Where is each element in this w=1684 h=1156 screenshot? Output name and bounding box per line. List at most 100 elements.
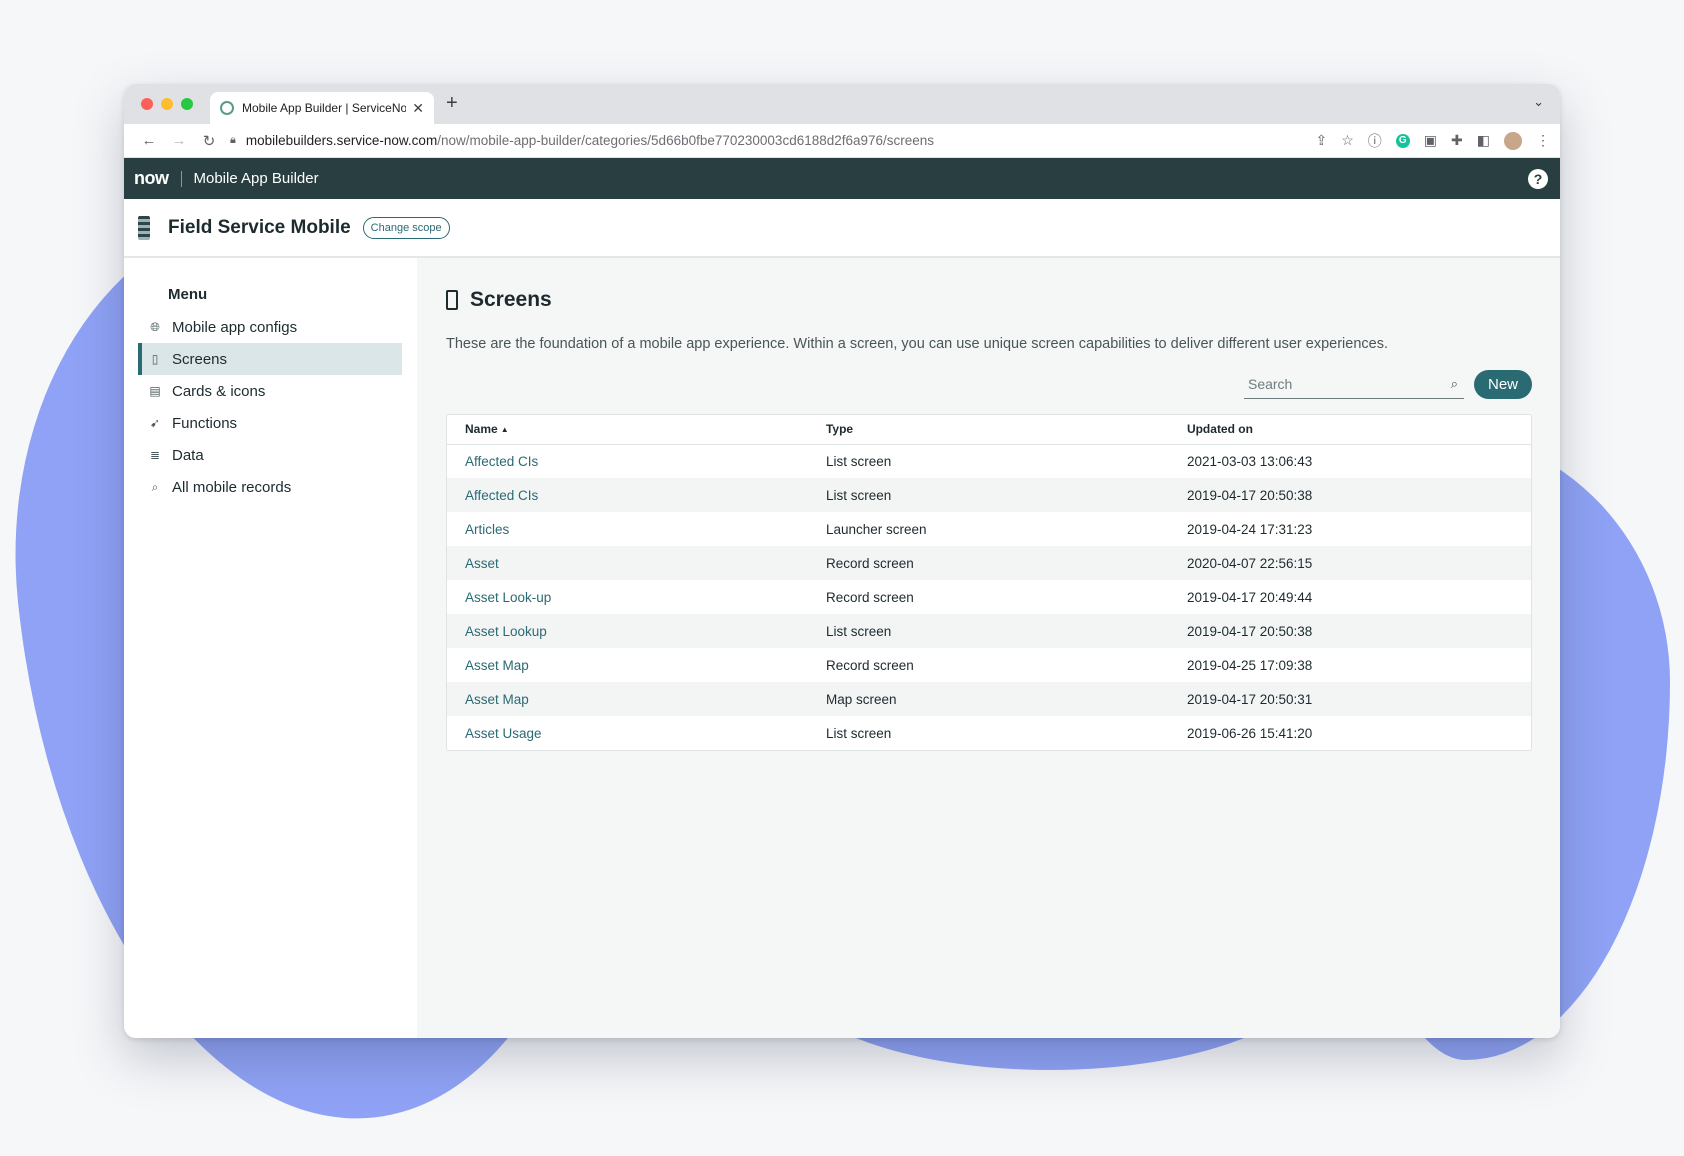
tab-search-chevron-icon[interactable]: ⌄ [1533,94,1544,110]
url-path: /now/mobile-app-builder/categories/5d66b… [437,133,935,148]
address-bar[interactable]: 🔒︎ mobilebuilders.service-now.com/now/mo… [230,128,1316,154]
screen-name-link[interactable]: Asset Map [447,682,808,716]
bookmark-star-icon[interactable]: ☆ [1341,132,1354,149]
reload-icon[interactable]: ↻ [194,132,224,150]
servicenow-logo[interactable]: now [134,168,169,189]
help-icon[interactable]: ? [1528,168,1548,189]
notion-extension-icon[interactable]: ▣ [1424,132,1437,149]
side-panel-icon[interactable]: ◧ [1477,132,1490,149]
database-icon: ≣ [149,448,161,462]
column-header-type[interactable]: Type [807,415,1169,445]
column-header-updated-on[interactable]: Updated on [1168,415,1531,445]
browser-toolbar: ← → ↻ 🔒︎ mobilebuilders.service-now.com /… [124,124,1560,158]
screen-updated-on: 2021-03-03 13:06:43 [1186,453,1313,469]
table-row[interactable]: Asset Map Record screen 2019-04-25 17:09:3… [447,648,1531,682]
screen-updated-on: 2019-04-17 20:50:38 [1168,478,1531,512]
extensions-puzzle-icon[interactable]: ✚ [1451,132,1463,149]
screen-name-link[interactable]: Asset [447,546,808,580]
maximize-window-button[interactable] [181,98,193,110]
sidebar-item-label: Data [172,446,204,464]
screen-type: Record screen [825,589,914,605]
sort-ascending-icon: ▲ [500,425,509,435]
screen-updated-on: 2019-04-17 20:50:38 [1168,614,1531,648]
browser-window: Mobile App Builder | ServiceNow ✕ + ⌄ ← … [124,84,1560,1038]
app-title: Mobile App Builder [193,170,319,187]
sidebar-item-label: Screens [172,350,228,368]
sidebar-item-label: Cards & icons [172,382,266,400]
screen-type: Record screen [807,546,1169,580]
new-tab-icon[interactable]: + [446,92,458,115]
page-title: Screens [470,288,552,311]
table-row[interactable]: Asset Lookup List screen 2019-04-17 20:50:… [447,614,1531,648]
share-icon[interactable]: ⇪ [1316,132,1328,149]
scope-title: Field Service Mobile [168,216,351,238]
phone-icon [446,290,458,310]
screen-name-link[interactable]: Asset Usage [447,716,808,750]
close-tab-icon[interactable]: ✕ [412,100,424,117]
search-icon[interactable]: ⌕ [1451,376,1464,392]
search-field: ⌕ [1243,371,1464,399]
screen-type: Map screen [807,682,1169,716]
column-header-label: Name [465,422,498,437]
screen-name-link[interactable]: Asset Look-up [447,580,808,614]
screen-type: List screen [807,614,1169,648]
screen-name-link[interactable]: Asset Lookup [447,614,808,648]
browser-tab[interactable]: Mobile App Builder | ServiceNow ✕ [210,92,434,124]
lock-icon: 🔒︎ [230,134,236,146]
minimize-window-button[interactable] [161,98,173,110]
app-scope-icon [138,215,150,240]
sidebar-item-mobile-app-configs[interactable]: 🌐︎ Mobile app configs [138,311,402,343]
browser-menu-icon[interactable]: ⋮ [1536,132,1550,149]
window-controls [141,98,193,110]
screen-type: List screen [825,725,892,741]
main-content: Screens These are the foundation of a mo… [417,258,1560,1038]
header-divider [180,170,182,187]
screen-type: Launcher screen [825,521,927,537]
screen-updated-on: 2019-04-17 20:49:44 [1186,589,1313,605]
table-row[interactable]: Asset Look-up Record screen 2019-04-17 20:… [447,580,1531,614]
screen-name-link[interactable]: Affected CIs [447,478,808,512]
screen-name-link[interactable]: Articles [447,512,808,546]
sidebar-item-label: Mobile app configs [172,318,298,336]
table-row[interactable]: Affected CIs List screen 2021-03-03 13:06:… [447,444,1531,478]
table-row[interactable]: Articles Launcher screen 2019-04-24 17:31:… [447,512,1531,546]
search-input[interactable] [1243,376,1451,392]
menu-heading: Menu [168,286,208,303]
search-icon: ⌕ [151,479,159,494]
password-manager-icon[interactable]: ⓘ [1368,131,1382,151]
sidebar-item-functions[interactable]: ➹ Functions [138,407,402,439]
screen-name-link[interactable]: Asset Map [447,648,808,682]
back-arrow-icon[interactable]: ← [134,132,164,149]
profile-avatar[interactable] [1504,131,1522,150]
table-row[interactable]: Affected CIs List screen 2019-04-17 20:50:… [447,478,1531,512]
screens-table: Name ▲ Type Updated on Affected CIs List s… [446,414,1532,751]
forward-arrow-icon[interactable]: → [164,132,194,149]
screen-updated-on: 2019-04-17 20:50:31 [1168,682,1531,716]
table-row[interactable]: Asset Map Map screen 2019-04-17 20:50:31 [447,682,1531,716]
table-row[interactable]: Asset Usage List screen 2019-06-26 15:41:2… [447,716,1531,750]
screen-name-link[interactable]: Affected CIs [447,444,808,478]
screen-type: List screen [807,478,1169,512]
table-row[interactable]: Asset Record screen 2020-04-07 22:56:15 [447,546,1531,580]
sidebar-menu: Menu 🌐︎ Mobile app configs ▯ Screens ▤ C… [124,258,417,1038]
sidebar-item-cards-icons[interactable]: ▤ Cards & icons [138,375,402,407]
url-host: mobilebuilders.service-now.com [245,133,438,148]
sidebar-item-all-mobile-records[interactable]: ⌕ All mobile records [138,471,402,503]
app-header: now Mobile App Builder ? [124,158,1560,199]
screen-type: Record screen [825,657,914,673]
screen-updated-on: 2019-06-26 15:41:20 [1186,725,1313,741]
scope-bar: Field Service Mobile Change scope [124,199,1560,258]
page-description: These are the foundation of a mobile app… [446,336,1388,352]
new-screen-button[interactable]: New [1473,370,1532,399]
change-scope-button[interactable]: Change scope [362,216,450,239]
sidebar-item-data[interactable]: ≣ Data [138,439,402,471]
screen-type: List screen [825,453,892,469]
sidebar-item-label: Functions [172,414,238,432]
phone-icon: ▯ [151,352,159,366]
function-icon: ➹ [149,416,161,430]
screen-updated-on: 2019-04-24 17:31:23 [1186,521,1313,537]
grammarly-extension-icon[interactable]: G [1395,133,1410,148]
close-window-button[interactable] [141,98,153,110]
sidebar-item-screens[interactable]: ▯ Screens [138,343,402,375]
column-header-name[interactable]: Name ▲ [447,415,808,445]
